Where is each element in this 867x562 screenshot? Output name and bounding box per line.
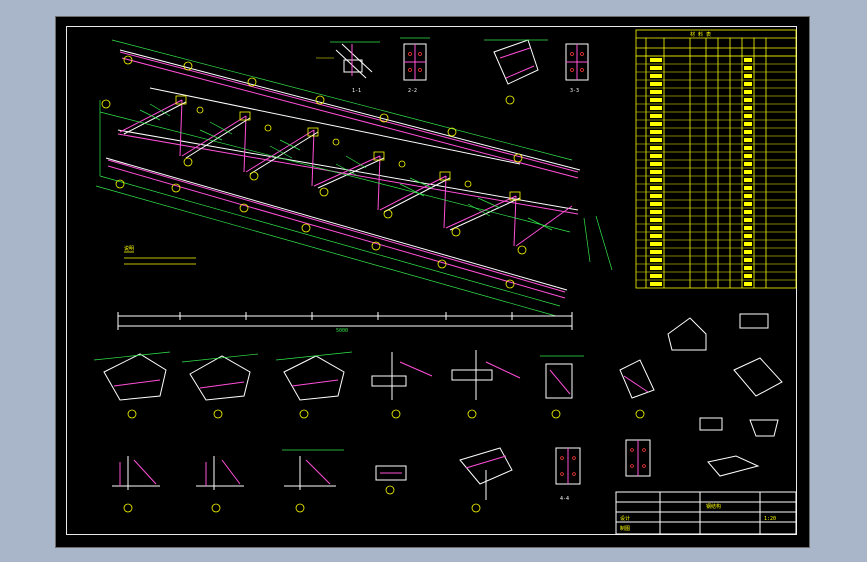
table-cell-mark <box>650 242 662 246</box>
table-cell-mark <box>650 106 662 110</box>
table-cell-mark <box>650 234 662 238</box>
overall-dim-text: 5000 <box>336 328 348 334</box>
table-cell-mark <box>650 98 662 102</box>
view-label-3: 3-3 <box>570 88 579 94</box>
table-cell-mark <box>744 266 752 270</box>
table-cell-mark <box>650 274 662 278</box>
table-cell-mark <box>650 162 662 166</box>
table-cell-mark <box>650 282 662 286</box>
cad-drawing-canvas[interactable]: 说明 5000 1-1 2-2 3-3 材 料 表 4-4 设计 制图 1:20… <box>0 0 867 562</box>
table-cell-mark <box>744 154 752 158</box>
table-cell-mark <box>744 210 752 214</box>
table-cell-mark <box>650 250 662 254</box>
overall-dimension: 5000 <box>117 312 573 334</box>
table-cell-mark <box>650 114 662 118</box>
table-cell-mark <box>744 242 752 246</box>
title-block-label-2: 制图 <box>620 525 630 532</box>
view-label-4: 4-4 <box>560 496 569 502</box>
view-label-2: 2-2 <box>408 88 417 94</box>
table-cell-mark <box>744 162 752 166</box>
table-cell-mark <box>744 274 752 278</box>
table-cell-mark <box>744 130 752 134</box>
title-block-scale: 1:20 <box>764 516 776 522</box>
table-cell-mark <box>744 234 752 238</box>
table-cell-mark <box>744 90 752 94</box>
detail-4: 3-3 <box>565 43 589 94</box>
table-cell-mark <box>650 210 662 214</box>
table-cell-mark <box>650 258 662 262</box>
table-cell-mark <box>650 122 662 126</box>
table-cell-mark <box>744 106 752 110</box>
table-cell-mark <box>744 146 752 150</box>
detail-3 <box>484 39 548 105</box>
view-label-1: 1-1 <box>352 88 361 94</box>
table-cell-mark <box>744 218 752 222</box>
table-cell-mark <box>744 170 752 174</box>
section-row-1 <box>93 350 655 419</box>
table-cell-mark <box>650 82 662 86</box>
truss-elevation: 说明 <box>95 39 613 317</box>
detail-2: 2-2 <box>400 37 430 94</box>
table-title: 材 料 表 <box>690 31 711 38</box>
table-cell-mark <box>744 250 752 254</box>
table-cell-mark <box>744 122 752 126</box>
material-table: 材 料 表 <box>635 29 797 289</box>
table-cell-mark <box>744 194 752 198</box>
table-cell-mark <box>650 138 662 142</box>
title-block-label-1: 设计 <box>620 515 630 522</box>
table-cell-mark <box>744 202 752 206</box>
table-cell-mark <box>650 146 662 150</box>
table-cell-mark <box>650 186 662 190</box>
table-cell-mark <box>744 138 752 142</box>
small-plates <box>667 313 783 477</box>
title-block-sheet: 钢结构 <box>706 503 721 510</box>
table-cell-mark <box>650 90 662 94</box>
table-cell-mark <box>744 82 752 86</box>
table-cell-mark <box>744 178 752 182</box>
table-cell-mark <box>744 282 752 286</box>
table-cell-mark <box>744 66 752 70</box>
notes-label: 说明 <box>124 245 134 252</box>
table-cell-mark <box>650 218 662 222</box>
table-cell-mark <box>650 178 662 182</box>
table-cell-mark <box>650 66 662 70</box>
table-cell-mark <box>650 266 662 270</box>
table-cell-mark <box>650 74 662 78</box>
table-cell-mark <box>744 186 752 190</box>
table-cell-mark <box>744 114 752 118</box>
table-cell-mark <box>650 194 662 198</box>
title-block: 设计 制图 1:20 钢结构 <box>615 491 797 535</box>
table-cell-mark <box>744 258 752 262</box>
table-cell-mark <box>650 226 662 230</box>
section-row-2 <box>112 447 513 513</box>
table-cell-mark <box>650 58 662 62</box>
table-cell-mark <box>650 202 662 206</box>
table-cell-mark <box>744 74 752 78</box>
table-cell-mark <box>650 130 662 134</box>
table-cell-mark <box>744 58 752 62</box>
table-cell-mark <box>650 154 662 158</box>
table-cell-mark <box>744 226 752 230</box>
plate-views: 4-4 <box>555 439 651 502</box>
table-cell-mark <box>650 170 662 174</box>
table-cell-mark <box>744 98 752 102</box>
detail-1: 1-1 <box>316 41 380 94</box>
